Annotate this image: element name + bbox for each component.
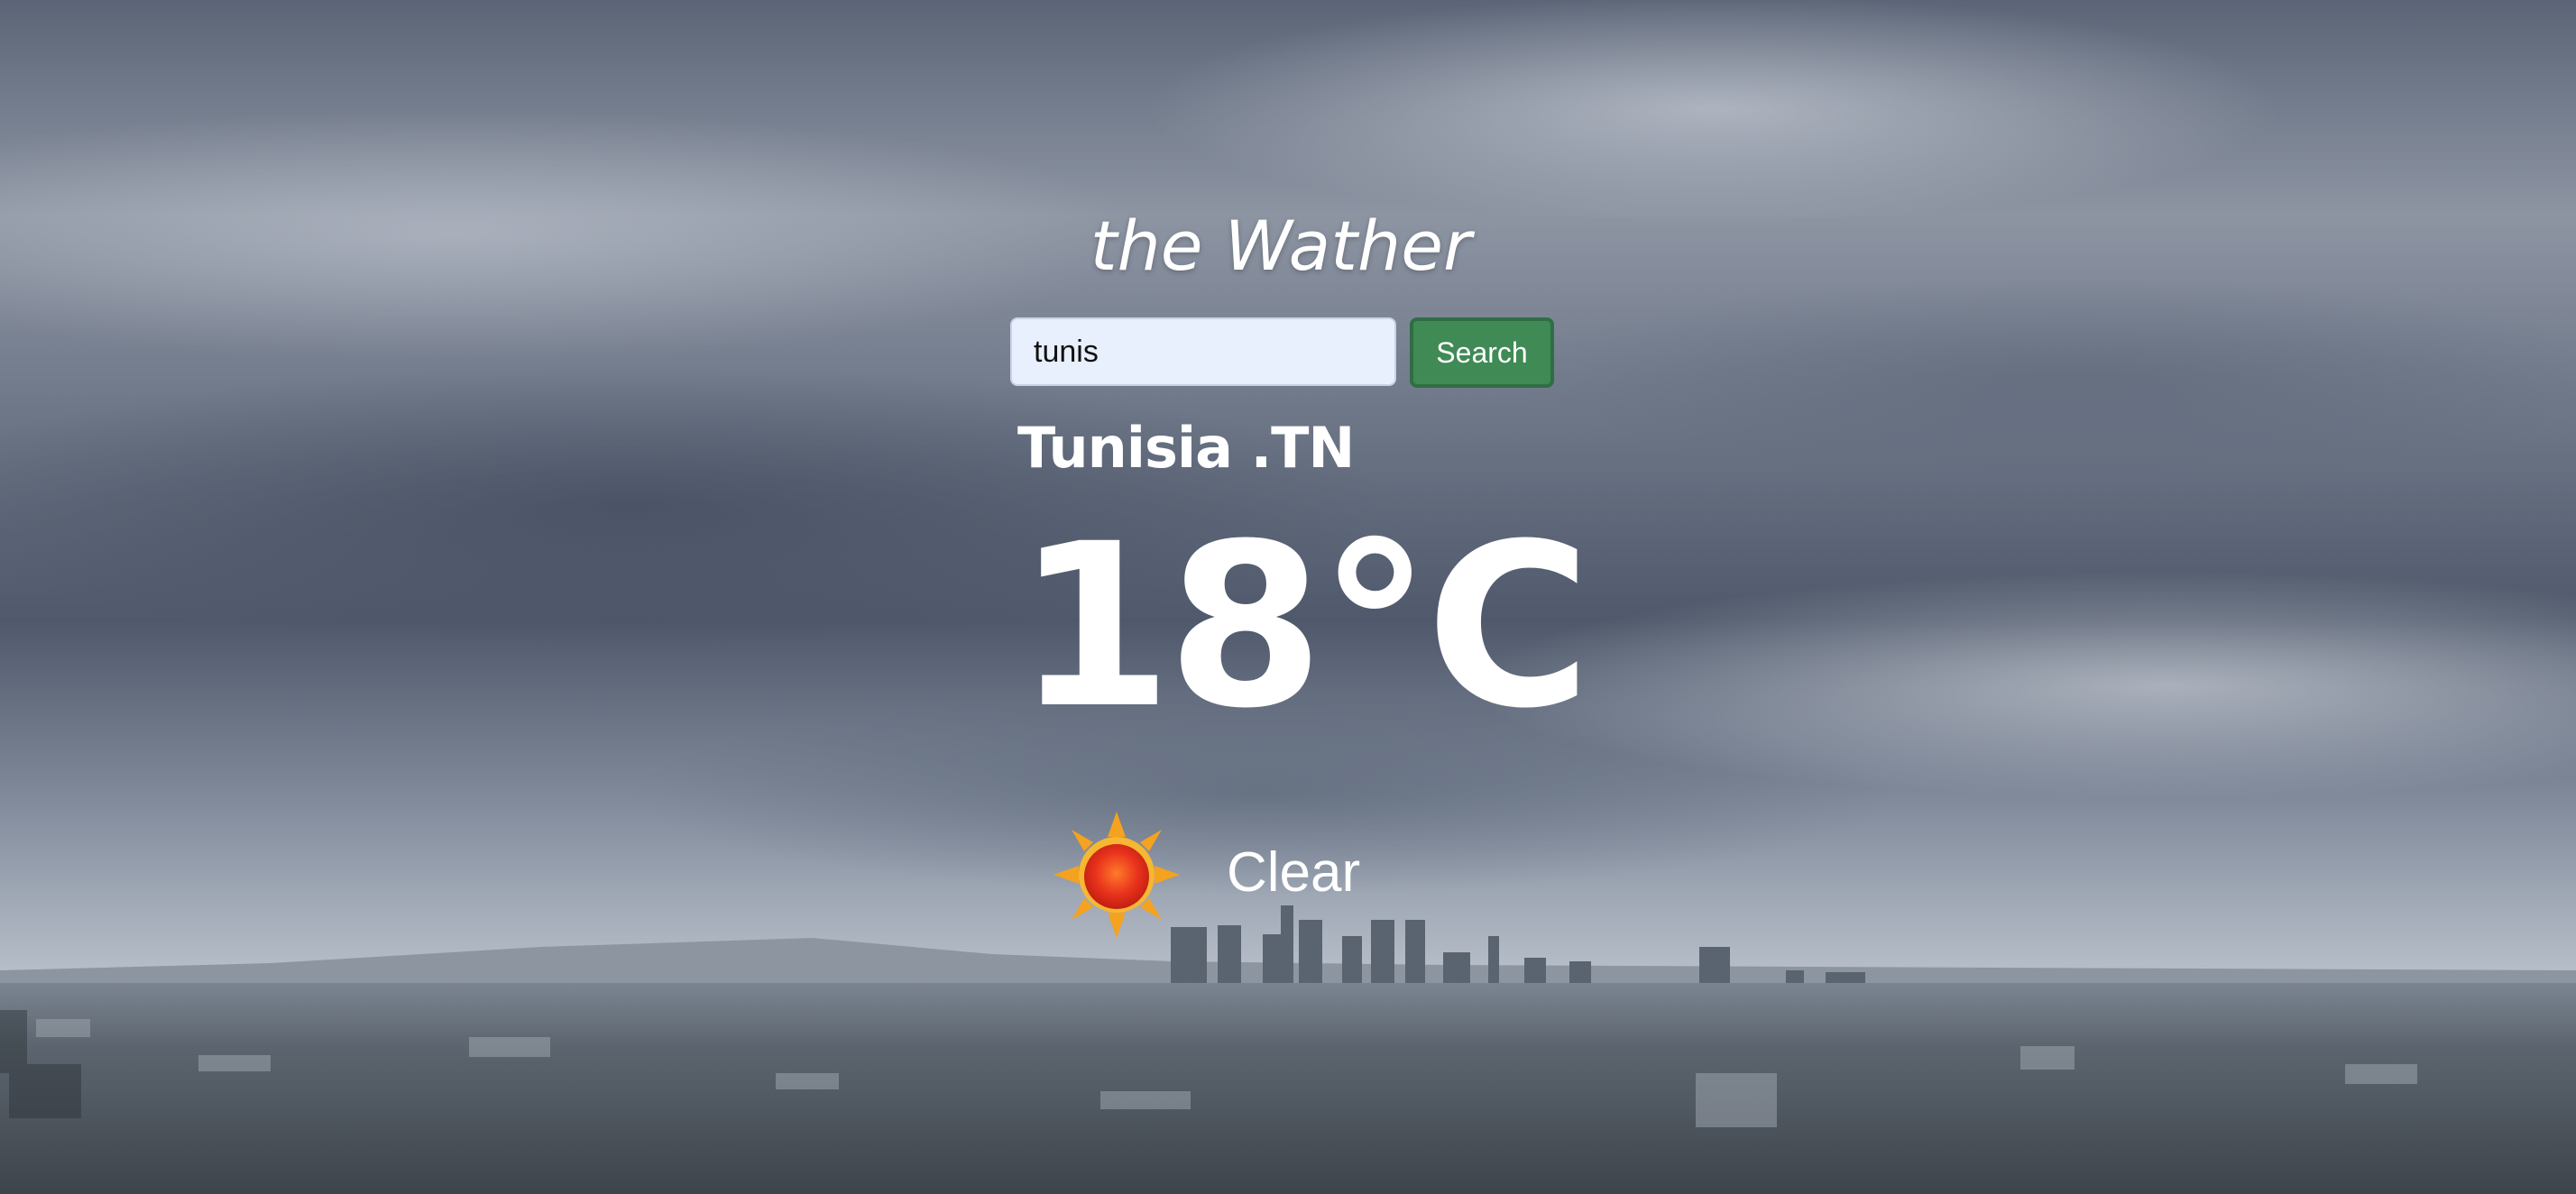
app-title: the Wather <box>1090 206 1472 286</box>
temperature-value: 18°C <box>1016 495 1591 758</box>
sun-icon <box>1053 812 1180 938</box>
location-name: Tunisia .TN <box>1017 415 1355 481</box>
search-bar: Search <box>1010 317 1560 388</box>
search-button[interactable]: Search <box>1410 317 1554 388</box>
city-search-input[interactable] <box>1010 317 1396 386</box>
weather-condition: Clear <box>1053 812 1595 947</box>
weather-app: the Wather Search Tunisia .TN 18°C <box>0 0 2576 1194</box>
condition-label: Clear <box>1227 841 1361 904</box>
